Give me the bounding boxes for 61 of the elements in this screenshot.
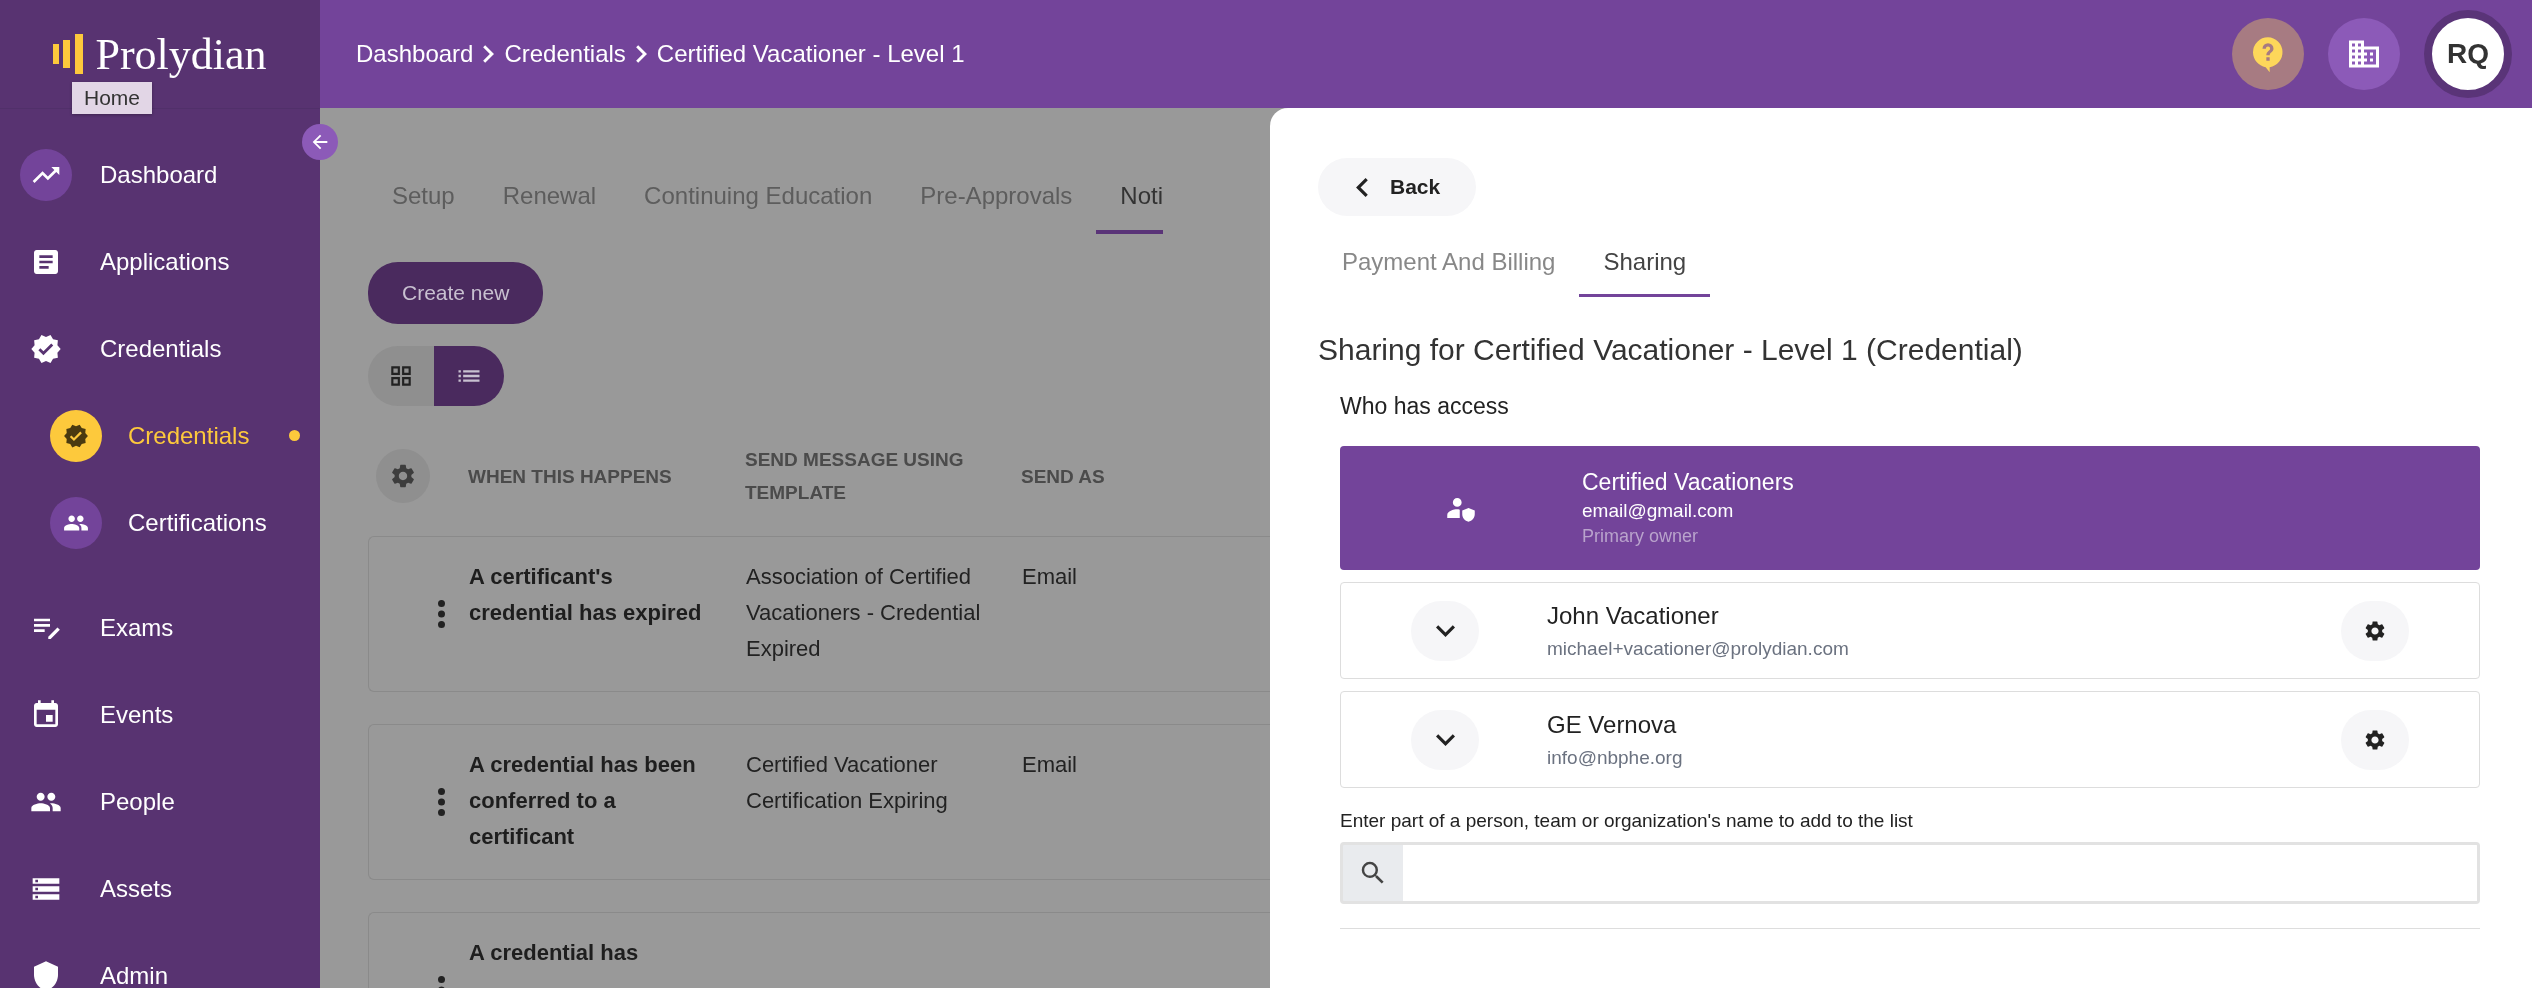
tab[interactable]: Noti: [1096, 182, 1164, 234]
sidebar-item[interactable]: Exams: [0, 584, 320, 671]
chevron-down-icon: [1435, 624, 1455, 637]
chevron-right-icon: [483, 45, 495, 63]
create-new-button[interactable]: Create new: [368, 262, 544, 324]
table-cell-text: A certificant's credential has expired: [469, 563, 703, 627]
member-name: GE Vernova: [1547, 710, 1678, 739]
collapse-button[interactable]: [302, 124, 338, 160]
logo-text: Prolydian: [95, 28, 267, 80]
tab[interactable]: Sharing: [1579, 234, 1711, 297]
chevron-right-icon: [635, 45, 647, 63]
table-cell-text: Certified Vacationer Certification Expiring: [746, 751, 949, 815]
owner-email: email@gmail.com: [1582, 500, 1735, 522]
table-cell-text: Email: [1022, 563, 1078, 591]
list-view-button[interactable]: [434, 346, 504, 406]
breadcrumb-link[interactable]: Certified Vacationer - Level 1: [656, 40, 965, 68]
grid-icon: [388, 363, 414, 389]
sidebar-item[interactable]: Applications: [0, 218, 320, 305]
table-cell-text: Association of Certified Vacationers - Credential Expired: [746, 563, 982, 663]
notification-row[interactable]: A credential has: [368, 912, 1270, 988]
sidebar-item[interactable]: Events: [0, 671, 320, 758]
tooltip: Home: [72, 82, 153, 114]
sidebar-item[interactable]: Credentials: [0, 392, 320, 479]
sidebar-item[interactable]: Dashboard: [0, 131, 320, 218]
search-label: Enter part of a person, team or organization's name to add to the list: [1340, 810, 1914, 832]
back-button[interactable]: Back: [1318, 158, 1477, 216]
breadcrumb-link[interactable]: Credentials: [504, 40, 626, 68]
owner-role: Primary owner: [1582, 526, 1700, 547]
settings-icon: [2363, 618, 2387, 643]
check-badge-icon: [63, 422, 89, 449]
settings-icon: [389, 462, 417, 490]
check-badge-icon: [30, 332, 62, 365]
sidebar-item[interactable]: Admin: [0, 932, 320, 988]
table-cell-text: A credential has been conferred to a certificant: [469, 751, 697, 851]
tab[interactable]: Payment And Billing: [1318, 234, 1580, 297]
section-label: Who has access: [1340, 393, 1510, 420]
more-vertical-icon: [437, 600, 445, 628]
table-cell-text: A credential has: [469, 939, 640, 967]
notification-row[interactable]: A credential has been conferred to a certificant Certified Vacationer Certification Expiring Email: [368, 724, 1270, 880]
member-email: info@nbphe.org: [1547, 746, 1684, 769]
sidebar-item[interactable]: Assets: [0, 845, 320, 932]
user-avatar[interactable]: RQ: [2424, 10, 2512, 98]
member-email: michael+vacationer@prolydian.com: [1547, 637, 1850, 660]
member-name: John Vacationer: [1547, 601, 1720, 630]
panel-title: Sharing for Certified Vacationer - Level 1 (Credential): [1318, 333, 2024, 367]
table-cell-text: Email: [1022, 751, 1078, 779]
more-vertical-icon: [437, 788, 445, 816]
column-header: SEND MESSAGE USING TEMPLATE: [745, 448, 965, 505]
settings-icon: [2363, 727, 2387, 752]
sidebar-item[interactable]: Certifications: [0, 479, 320, 566]
notification-row[interactable]: A certificant's credential has expired Association of Certified Vacationers - Credential Expired Email: [368, 536, 1270, 692]
chevron-down-icon: [1435, 733, 1455, 746]
chevron-left-icon: [1356, 177, 1368, 197]
column-header: SEND AS: [1021, 464, 1106, 489]
owner-name: Certified Vacationers: [1582, 469, 1794, 496]
column-header: WHEN THIS HAPPENS: [468, 464, 673, 489]
breadcrumb-link[interactable]: Dashboard: [356, 40, 474, 68]
sidebar-item[interactable]: People: [0, 758, 320, 845]
sidebar-item[interactable]: Credentials: [0, 305, 320, 392]
active-dot: [289, 430, 300, 441]
grid-view-button[interactable]: [368, 346, 434, 406]
